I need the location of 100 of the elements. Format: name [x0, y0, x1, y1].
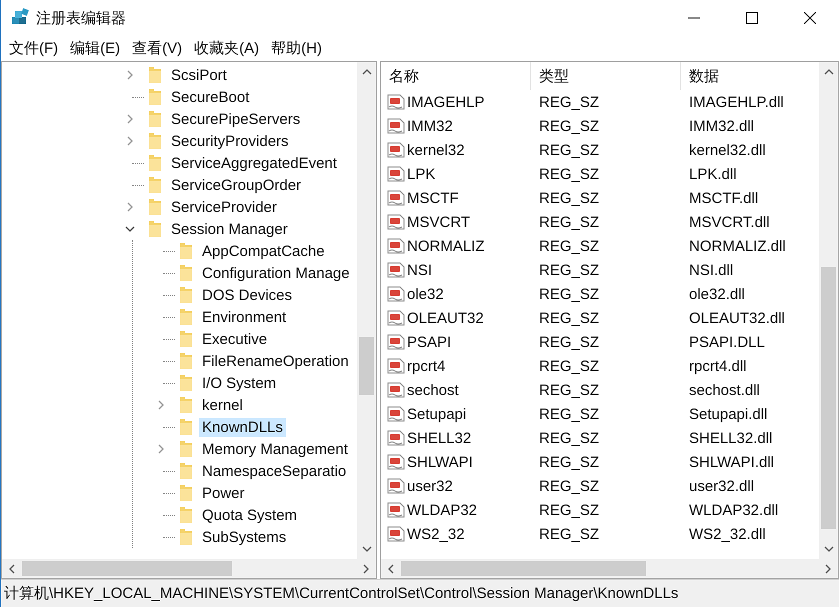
- tree-item[interactable]: I/O System: [199, 374, 280, 392]
- folder-icon: [179, 418, 193, 436]
- table-cell-text: REG_SZ: [538, 286, 600, 302]
- table-cell-text: rpcrt4.dll: [688, 358, 747, 374]
- table-cell: PSAPI: [407, 334, 452, 350]
- table-cell: SHLWAPI: [407, 454, 473, 470]
- menu-item[interactable]: 帮助(H): [265, 39, 328, 58]
- folder-icon: [179, 528, 193, 546]
- table-cell-text: kernel32.dll: [688, 142, 766, 158]
- folder-icon: [148, 132, 162, 150]
- string-value-icon: [387, 117, 405, 135]
- tree-item[interactable]: Configuration Manage: [199, 264, 353, 282]
- vertical-scrollbar[interactable]: [357, 62, 376, 559]
- tree-item[interactable]: DOS Devices: [199, 286, 296, 304]
- table-cell: SHELL32: [407, 430, 472, 446]
- vertical-scrollbar[interactable]: [819, 62, 838, 559]
- tree-item[interactable]: ServiceProvider: [168, 198, 280, 216]
- scroll-right-icon[interactable]: [824, 564, 832, 574]
- string-value-icon: [387, 333, 405, 351]
- folder-icon: [179, 308, 193, 326]
- table-cell-text: REG_SZ: [538, 118, 600, 134]
- expand-chevron-icon[interactable]: [125, 136, 135, 146]
- tree-item[interactable]: ScsiPort: [168, 66, 230, 84]
- table-cell-text: PSAPI.DLL: [688, 334, 765, 350]
- expand-chevron-icon[interactable]: [125, 202, 135, 212]
- tree-item[interactable]: Power: [199, 484, 248, 502]
- table-cell-text: SHELL32.dll: [688, 430, 772, 446]
- tree-item[interactable]: ServiceGroupOrder: [168, 176, 304, 194]
- table-cell-text: REG_SZ: [538, 190, 600, 206]
- expand-chevron-icon[interactable]: [156, 444, 166, 454]
- table-cell: sechost: [407, 382, 459, 398]
- scrollbar-thumb[interactable]: [22, 561, 232, 576]
- table-cell-text: REG_SZ: [538, 454, 600, 470]
- string-value-icon: [387, 453, 405, 471]
- tree-item[interactable]: FileRenameOperation: [199, 352, 352, 370]
- scroll-down-icon[interactable]: [362, 545, 372, 553]
- string-value-icon: [387, 237, 405, 255]
- tree-item[interactable]: KnownDLLs: [199, 418, 286, 436]
- table-cell: OLEAUT32: [407, 310, 484, 326]
- horizontal-scrollbar[interactable]: [2, 559, 376, 578]
- table-cell-text: REG_SZ: [538, 334, 600, 350]
- tree-item[interactable]: SubSystems: [199, 528, 290, 546]
- string-value-icon: [387, 429, 405, 447]
- string-value-icon: [387, 357, 405, 375]
- table-cell-text: REG_SZ: [538, 430, 600, 446]
- table-cell: rpcrt4: [407, 358, 446, 374]
- string-value-icon: [387, 477, 405, 495]
- tree-item[interactable]: SecurePipeServers: [168, 110, 304, 128]
- menu-item[interactable]: 文件(F): [3, 39, 64, 58]
- table-cell-text: user32.dll: [688, 478, 754, 494]
- scroll-up-icon[interactable]: [362, 68, 372, 76]
- table-cell-text: REG_SZ: [538, 142, 600, 158]
- scroll-right-icon[interactable]: [362, 564, 370, 574]
- scrollbar-thumb[interactable]: [401, 561, 646, 576]
- string-value-icon: [387, 381, 405, 399]
- string-value-icon: [387, 141, 405, 159]
- collapse-chevron-icon[interactable]: [125, 224, 135, 234]
- scroll-left-icon[interactable]: [8, 564, 16, 574]
- tree-item[interactable]: SecurityProviders: [168, 132, 292, 150]
- scroll-left-icon[interactable]: [387, 564, 395, 574]
- tree-item[interactable]: ServiceAggregatedEvent: [168, 154, 340, 172]
- tree-item[interactable]: Executive: [199, 330, 270, 348]
- folder-icon: [148, 176, 162, 194]
- menu-item[interactable]: 编辑(E): [64, 39, 126, 58]
- menu-item[interactable]: 收藏夹(A): [188, 39, 266, 58]
- table-cell-text: sechost.dll: [688, 382, 760, 398]
- column-header[interactable]: 名称: [381, 62, 531, 90]
- expand-chevron-icon[interactable]: [125, 114, 135, 124]
- table-cell-text: REG_SZ: [538, 166, 600, 182]
- scrollbar-thumb[interactable]: [359, 337, 374, 395]
- tree-item[interactable]: kernel: [199, 396, 246, 414]
- table-cell-text: NORMALIZ.dll: [688, 238, 786, 254]
- table-cell: NORMALIZ: [407, 238, 485, 254]
- tree-item[interactable]: SecureBoot: [168, 88, 252, 106]
- column-header[interactable]: 数据: [681, 62, 819, 90]
- expand-chevron-icon[interactable]: [156, 400, 166, 410]
- expand-chevron-icon[interactable]: [125, 70, 135, 80]
- table-cell-text: REG_SZ: [538, 502, 600, 518]
- scroll-down-icon[interactable]: [824, 545, 834, 553]
- table-cell-text: REG_SZ: [538, 358, 600, 374]
- folder-icon: [179, 396, 193, 414]
- table-cell: MSCTF: [407, 190, 459, 206]
- tree-item[interactable]: Memory Management: [199, 440, 351, 458]
- tree-item[interactable]: Environment: [199, 308, 290, 326]
- table-cell-text: REG_SZ: [538, 406, 600, 422]
- tree-item[interactable]: Quota System: [199, 506, 300, 524]
- table-cell-text: Setupapi.dll: [688, 406, 768, 422]
- tree-item[interactable]: NamespaceSeparatio: [199, 462, 350, 480]
- table-cell-text: REG_SZ: [538, 310, 600, 326]
- horizontal-scrollbar[interactable]: [381, 559, 838, 578]
- table-cell-text: REG_SZ: [538, 478, 600, 494]
- column-header[interactable]: 类型: [531, 62, 681, 90]
- scrollbar-thumb[interactable]: [821, 267, 836, 529]
- tree-item[interactable]: Session Manager: [168, 220, 291, 238]
- folder-icon: [148, 110, 162, 128]
- status-path: 计算机\HKEY_LOCAL_MACHINE\SYSTEM\CurrentControlSet\Control\Session Manager\KnownDLLs: [4, 584, 678, 603]
- string-value-icon: [387, 285, 405, 303]
- scroll-up-icon[interactable]: [824, 68, 834, 76]
- menu-item[interactable]: 查看(V): [126, 39, 188, 58]
- tree-item[interactable]: AppCompatCache: [199, 242, 328, 260]
